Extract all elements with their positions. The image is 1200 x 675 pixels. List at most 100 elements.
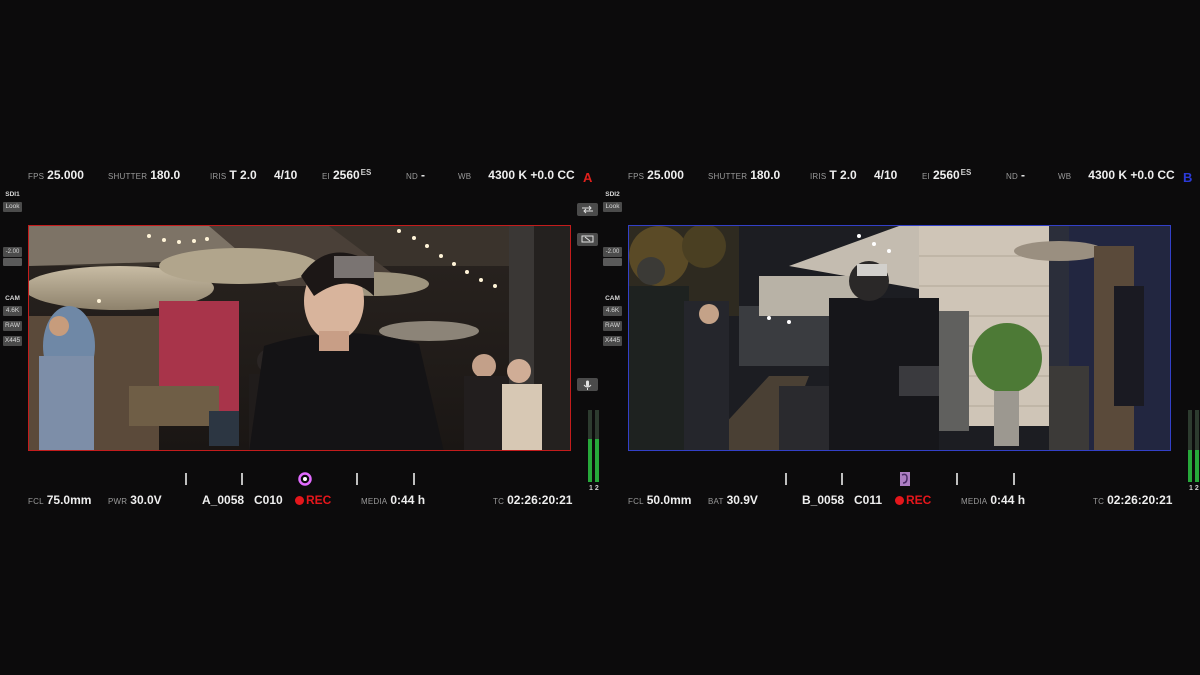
power-label: BAT <box>708 497 724 506</box>
iris-fraction: 4/10 <box>274 168 297 182</box>
iris-value: T 2.0 <box>829 168 857 182</box>
fps-value: 25.000 <box>47 168 84 182</box>
iris-fraction-value: 4/10 <box>274 168 298 182</box>
timecode-value: 02:26:20:21 <box>507 493 573 507</box>
monitor-icon[interactable] <box>577 233 598 246</box>
shutter-value: 180.0 <box>150 168 181 182</box>
ei-readout[interactable]: EI 2560ES <box>922 168 971 182</box>
reel-readout: A_0058 <box>202 493 244 507</box>
power-label: PWR <box>108 497 128 506</box>
timecode-readout[interactable]: TC 02:26:20:21 <box>493 493 572 507</box>
swap-icon[interactable] <box>577 203 598 216</box>
shutter-label: SHUTTER <box>708 172 748 181</box>
top-status-bar: FPS 25.000 SHUTTER 180.0 IRIS T 2.0 4/10 EI… <box>628 168 1200 184</box>
timecode-readout[interactable]: TC 02:26:20:21 <box>1093 493 1172 507</box>
ei-label: EI <box>922 172 930 181</box>
iris-readout[interactable]: IRIS T 2.0 <box>210 168 257 182</box>
power-readout[interactable]: PWR 30.0V <box>108 493 162 507</box>
codec-tag[interactable]: RAW <box>3 321 22 331</box>
audio-meter <box>1188 410 1200 482</box>
camera-letter: A <box>583 170 593 185</box>
power-value: 30.9V <box>726 493 758 507</box>
bottom-status-bar: FCL 75.0mm PWR 30.0V A_0058 C010 REC MEDIA… <box>28 493 600 509</box>
shutter-readout[interactable]: SHUTTER 180.0 <box>108 168 180 182</box>
wb-label: WB <box>458 172 472 181</box>
format-tag[interactable]: X445 <box>603 336 622 346</box>
mic-icon[interactable] <box>577 378 598 391</box>
record-button[interactable]: REC <box>895 493 931 507</box>
iris-fraction-value: 4/10 <box>874 168 898 182</box>
iris-readout[interactable]: IRIS T 2.0 <box>810 168 857 182</box>
wb-value: 4300 K +0.0 CC <box>1088 168 1175 182</box>
camera-feed-image <box>629 226 1170 450</box>
fps-readout[interactable]: FPS 25.000 <box>628 168 684 182</box>
focal-length-readout[interactable]: FCL 50.0mm <box>628 493 691 507</box>
top-status-bar: FPS 25.000 SHUTTER 180.0 IRIS T 2.0 4/10 EI… <box>28 168 600 184</box>
fps-readout[interactable]: FPS 25.000 <box>28 168 84 182</box>
iris-fraction: 4/10 <box>874 168 897 182</box>
audio-channel-2-level <box>1195 449 1199 482</box>
exposure-offset-tag[interactable]: -2.00 <box>603 247 622 257</box>
clip-readout: C010 <box>254 493 283 507</box>
nd-label: ND <box>1006 172 1018 181</box>
audio-channel-1-level <box>1188 449 1192 482</box>
look-tag[interactable]: Look <box>3 202 22 212</box>
wb-readout[interactable]: WB 4300 K +0.0 CC <box>1058 168 1175 182</box>
audio-channel-2-bar <box>1195 410 1199 482</box>
shutter-value: 180.0 <box>750 168 781 182</box>
fps-label: FPS <box>28 172 45 181</box>
audio-channel-1-bar <box>588 410 592 482</box>
audio-channel-2-bar <box>595 410 599 482</box>
focal-length-readout[interactable]: FCL 75.0mm <box>28 493 91 507</box>
reel-value: B_0058 <box>802 493 845 507</box>
focal-value: 50.0mm <box>646 493 692 507</box>
media-readout[interactable]: MEDIA 0:44 h <box>361 493 425 507</box>
clip-readout: C011 <box>854 493 882 507</box>
reel-readout: B_0058 <box>802 493 844 507</box>
media-value: 0:44 h <box>990 493 1026 507</box>
video-frame <box>28 225 571 451</box>
exposure-offset-tag[interactable]: -2.00 <box>3 247 22 257</box>
media-readout[interactable]: MEDIA 0:44 h <box>961 493 1025 507</box>
resolution-tag[interactable]: 4.6K <box>603 306 622 316</box>
level-indicator-icon <box>298 472 312 486</box>
shutter-label: SHUTTER <box>108 172 148 181</box>
record-label: REC <box>306 493 332 507</box>
media-label: MEDIA <box>361 497 388 506</box>
nd-readout[interactable]: ND - <box>406 168 425 182</box>
exposure-offset-bar <box>603 258 622 266</box>
cam-tag: CAM <box>605 295 620 302</box>
shutter-readout[interactable]: SHUTTER 180.0 <box>708 168 780 182</box>
ei-readout[interactable]: EI 2560ES <box>322 168 371 182</box>
audio-channel-labels: 1 2 <box>1189 485 1199 492</box>
audio-channel-2-level <box>595 438 599 482</box>
format-tag[interactable]: X445 <box>3 336 22 346</box>
media-label: MEDIA <box>961 497 988 506</box>
iris-value: T 2.0 <box>229 168 257 182</box>
fps-label: FPS <box>628 172 645 181</box>
focal-label: FCL <box>628 497 644 506</box>
sdi-tag: SDI1 <box>5 191 20 198</box>
exposure-offset-bar <box>3 258 22 266</box>
codec-tag[interactable]: RAW <box>603 321 622 331</box>
clip-value: C010 <box>254 493 283 507</box>
wb-readout[interactable]: WB 4300 K +0.0 CC <box>458 168 575 182</box>
nd-label: ND <box>406 172 418 181</box>
nd-value: - <box>1020 168 1025 182</box>
media-value: 0:44 h <box>390 493 426 507</box>
video-frame <box>628 225 1171 451</box>
nd-readout[interactable]: ND - <box>1006 168 1025 182</box>
look-tag[interactable]: Look <box>603 202 622 212</box>
wb-value: 4300 K +0.0 CC <box>488 168 575 182</box>
focal-label: FCL <box>28 497 44 506</box>
ei-label: EI <box>322 172 330 181</box>
camera-feed-image <box>29 226 570 450</box>
timecode-label: TC <box>493 497 505 506</box>
resolution-tag[interactable]: 4.6K <box>3 306 22 316</box>
record-button[interactable]: REC <box>295 493 331 507</box>
ei-value: 2560 <box>332 168 360 182</box>
power-readout[interactable]: BAT 30.9V <box>708 493 758 507</box>
timecode-label: TC <box>1093 497 1105 506</box>
ei-suffix: ES <box>960 168 972 177</box>
camera-letter: B <box>1183 170 1193 185</box>
